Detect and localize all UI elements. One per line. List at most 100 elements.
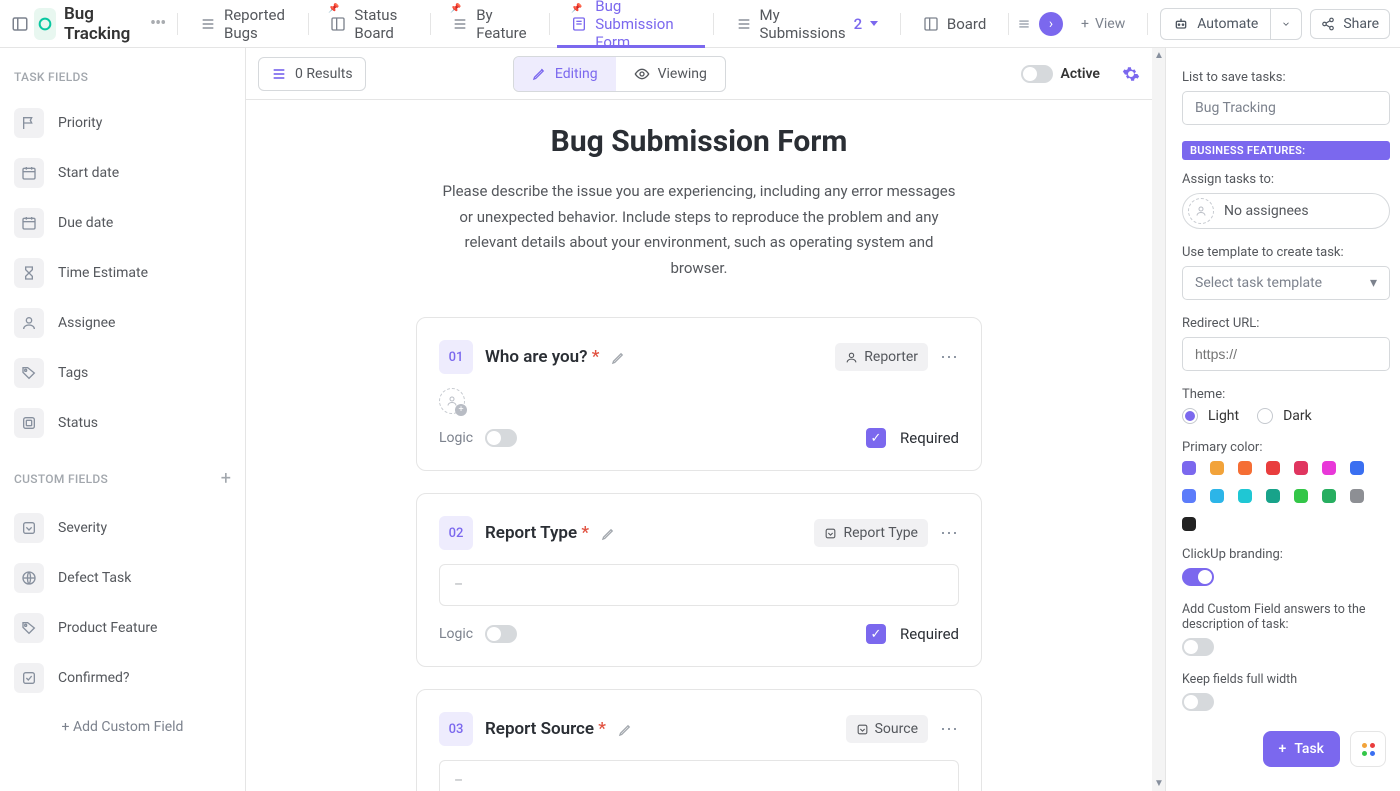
field-due-date[interactable]: Due date (0, 198, 245, 248)
form-card-1[interactable]: 01 Who are you? * Reporter ⋯ Logic ✓ Re (416, 317, 982, 471)
form-title[interactable]: Bug Submission Form (286, 124, 1112, 159)
status-icon (14, 408, 44, 438)
list-save-label: List to save tasks: (1182, 70, 1390, 85)
color-swatch[interactable] (1266, 489, 1280, 503)
more-icon[interactable]: ⋯ (940, 523, 959, 544)
fullwidth-switch[interactable] (1182, 693, 1214, 711)
calendar-icon (14, 208, 44, 238)
add-custom-field-icon[interactable]: + (221, 468, 231, 489)
add-view-button[interactable]: + View (1071, 16, 1135, 32)
tab-label: My Submissions (760, 6, 846, 42)
field-start-date[interactable]: Start date (0, 148, 245, 198)
color-swatch[interactable] (1322, 489, 1336, 503)
tag-icon (14, 613, 44, 643)
field-confirmed[interactable]: Confirmed? (0, 653, 245, 703)
chevron-down-icon[interactable] (870, 21, 878, 26)
color-swatch[interactable] (1266, 461, 1280, 475)
form-editor: 0 Results Editing Viewing Active Bug Sub… (246, 48, 1152, 791)
color-swatch[interactable] (1350, 461, 1364, 475)
apps-button[interactable] (1350, 731, 1386, 767)
theme-light-radio[interactable] (1182, 408, 1198, 424)
assignee-placeholder[interactable] (439, 388, 465, 414)
share-icon (1321, 17, 1335, 31)
redirect-input[interactable] (1182, 337, 1390, 371)
more-icon[interactable]: ⋯ (940, 347, 959, 368)
required-checkbox[interactable]: ✓ (866, 428, 886, 448)
automate-dropdown-button[interactable] (1270, 8, 1302, 40)
form-card-3[interactable]: 03 Report Source * Source ⋯ – (416, 689, 982, 791)
pencil-icon[interactable] (618, 722, 633, 737)
tab-reported-bugs[interactable]: Reported Bugs (186, 0, 300, 48)
color-swatch[interactable] (1294, 461, 1308, 475)
redirect-label: Redirect URL: (1182, 316, 1390, 331)
tab-status-board[interactable]: 📌 Status Board (316, 0, 421, 48)
add-custom-field-button[interactable]: + Add Custom Field (0, 703, 245, 751)
field-type-badge[interactable]: Report Type (814, 519, 928, 547)
user-icon (1188, 198, 1214, 224)
active-switch[interactable] (1021, 65, 1053, 83)
field-defect-task[interactable]: Defect Task (0, 553, 245, 603)
field-status[interactable]: Status (0, 398, 245, 448)
custom-fields-heading: CUSTOM FIELDS (14, 472, 108, 486)
card-input[interactable]: – (439, 564, 959, 606)
field-severity[interactable]: Severity (0, 503, 245, 553)
board-icon (330, 16, 346, 32)
color-swatch[interactable] (1210, 461, 1224, 475)
color-swatch[interactable] (1210, 489, 1224, 503)
tab-label: By Feature (476, 6, 526, 42)
tab-by-feature[interactable]: 📌 By Feature (438, 0, 540, 48)
color-swatch[interactable] (1294, 489, 1308, 503)
custom-answers-switch[interactable] (1182, 638, 1214, 656)
template-select[interactable]: Select task template ▾ (1182, 266, 1390, 300)
color-swatch[interactable] (1182, 517, 1196, 531)
tab-board[interactable]: Board (909, 0, 1000, 48)
scrollbar[interactable]: ▲ ▼ (1152, 48, 1166, 791)
automate-button[interactable]: Automate (1160, 8, 1270, 40)
share-label: Share (1343, 16, 1379, 32)
field-type-badge[interactable]: Reporter (835, 343, 928, 371)
scroll-up-icon[interactable]: ▲ (1154, 50, 1164, 61)
theme-dark-radio[interactable] (1257, 408, 1273, 424)
color-swatch[interactable] (1182, 489, 1196, 503)
tab-bug-submission-form[interactable]: 📌 Bug Submission Form (557, 0, 705, 48)
gear-icon[interactable] (1122, 65, 1140, 83)
field-tags[interactable]: Tags (0, 348, 245, 398)
results-button[interactable]: 0 Results (258, 57, 366, 91)
app-title[interactable]: Bug Tracking (64, 4, 134, 44)
share-button[interactable]: Share (1310, 9, 1390, 39)
field-assignee[interactable]: Assignee (0, 298, 245, 348)
assign-input[interactable]: No assignees (1182, 193, 1390, 229)
pencil-icon[interactable] (611, 350, 626, 365)
field-priority[interactable]: Priority (0, 98, 245, 148)
required-checkbox[interactable]: ✓ (866, 624, 886, 644)
tab-my-submissions[interactable]: My Submissions 2 (722, 0, 893, 48)
list-status-icon[interactable] (34, 8, 56, 40)
dropdown-icon (856, 723, 869, 736)
viewing-button[interactable]: Viewing (616, 57, 725, 91)
collapse-sidebar-icon[interactable] (10, 10, 30, 38)
pencil-icon[interactable] (601, 526, 616, 541)
color-swatch[interactable] (1238, 489, 1252, 503)
nav-forward-icon[interactable]: › (1039, 12, 1063, 36)
title-more-icon[interactable]: ••• (146, 13, 169, 34)
card-input[interactable]: – (439, 760, 959, 791)
form-card-2[interactable]: 02 Report Type * Report Type ⋯ – Logic ✓ (416, 493, 982, 667)
branding-switch[interactable] (1182, 568, 1214, 586)
color-swatch[interactable] (1238, 461, 1252, 475)
field-time-estimate[interactable]: Time Estimate (0, 248, 245, 298)
color-swatch[interactable] (1350, 489, 1364, 503)
tab-label: Board (947, 15, 986, 33)
field-product-feature[interactable]: Product Feature (0, 603, 245, 653)
user-icon (845, 351, 858, 364)
color-swatch[interactable] (1182, 461, 1196, 475)
list-save-input[interactable]: Bug Tracking (1182, 91, 1390, 125)
logic-switch[interactable] (485, 625, 517, 643)
editing-button[interactable]: Editing (514, 57, 616, 91)
logic-switch[interactable] (485, 429, 517, 447)
field-type-badge[interactable]: Source (846, 715, 928, 743)
new-task-button[interactable]: + Task (1263, 731, 1340, 767)
scroll-down-icon[interactable]: ▼ (1154, 778, 1164, 789)
more-icon[interactable]: ⋯ (940, 719, 959, 740)
color-swatch[interactable] (1322, 461, 1336, 475)
form-description[interactable]: Please describe the issue you are experi… (439, 179, 959, 281)
